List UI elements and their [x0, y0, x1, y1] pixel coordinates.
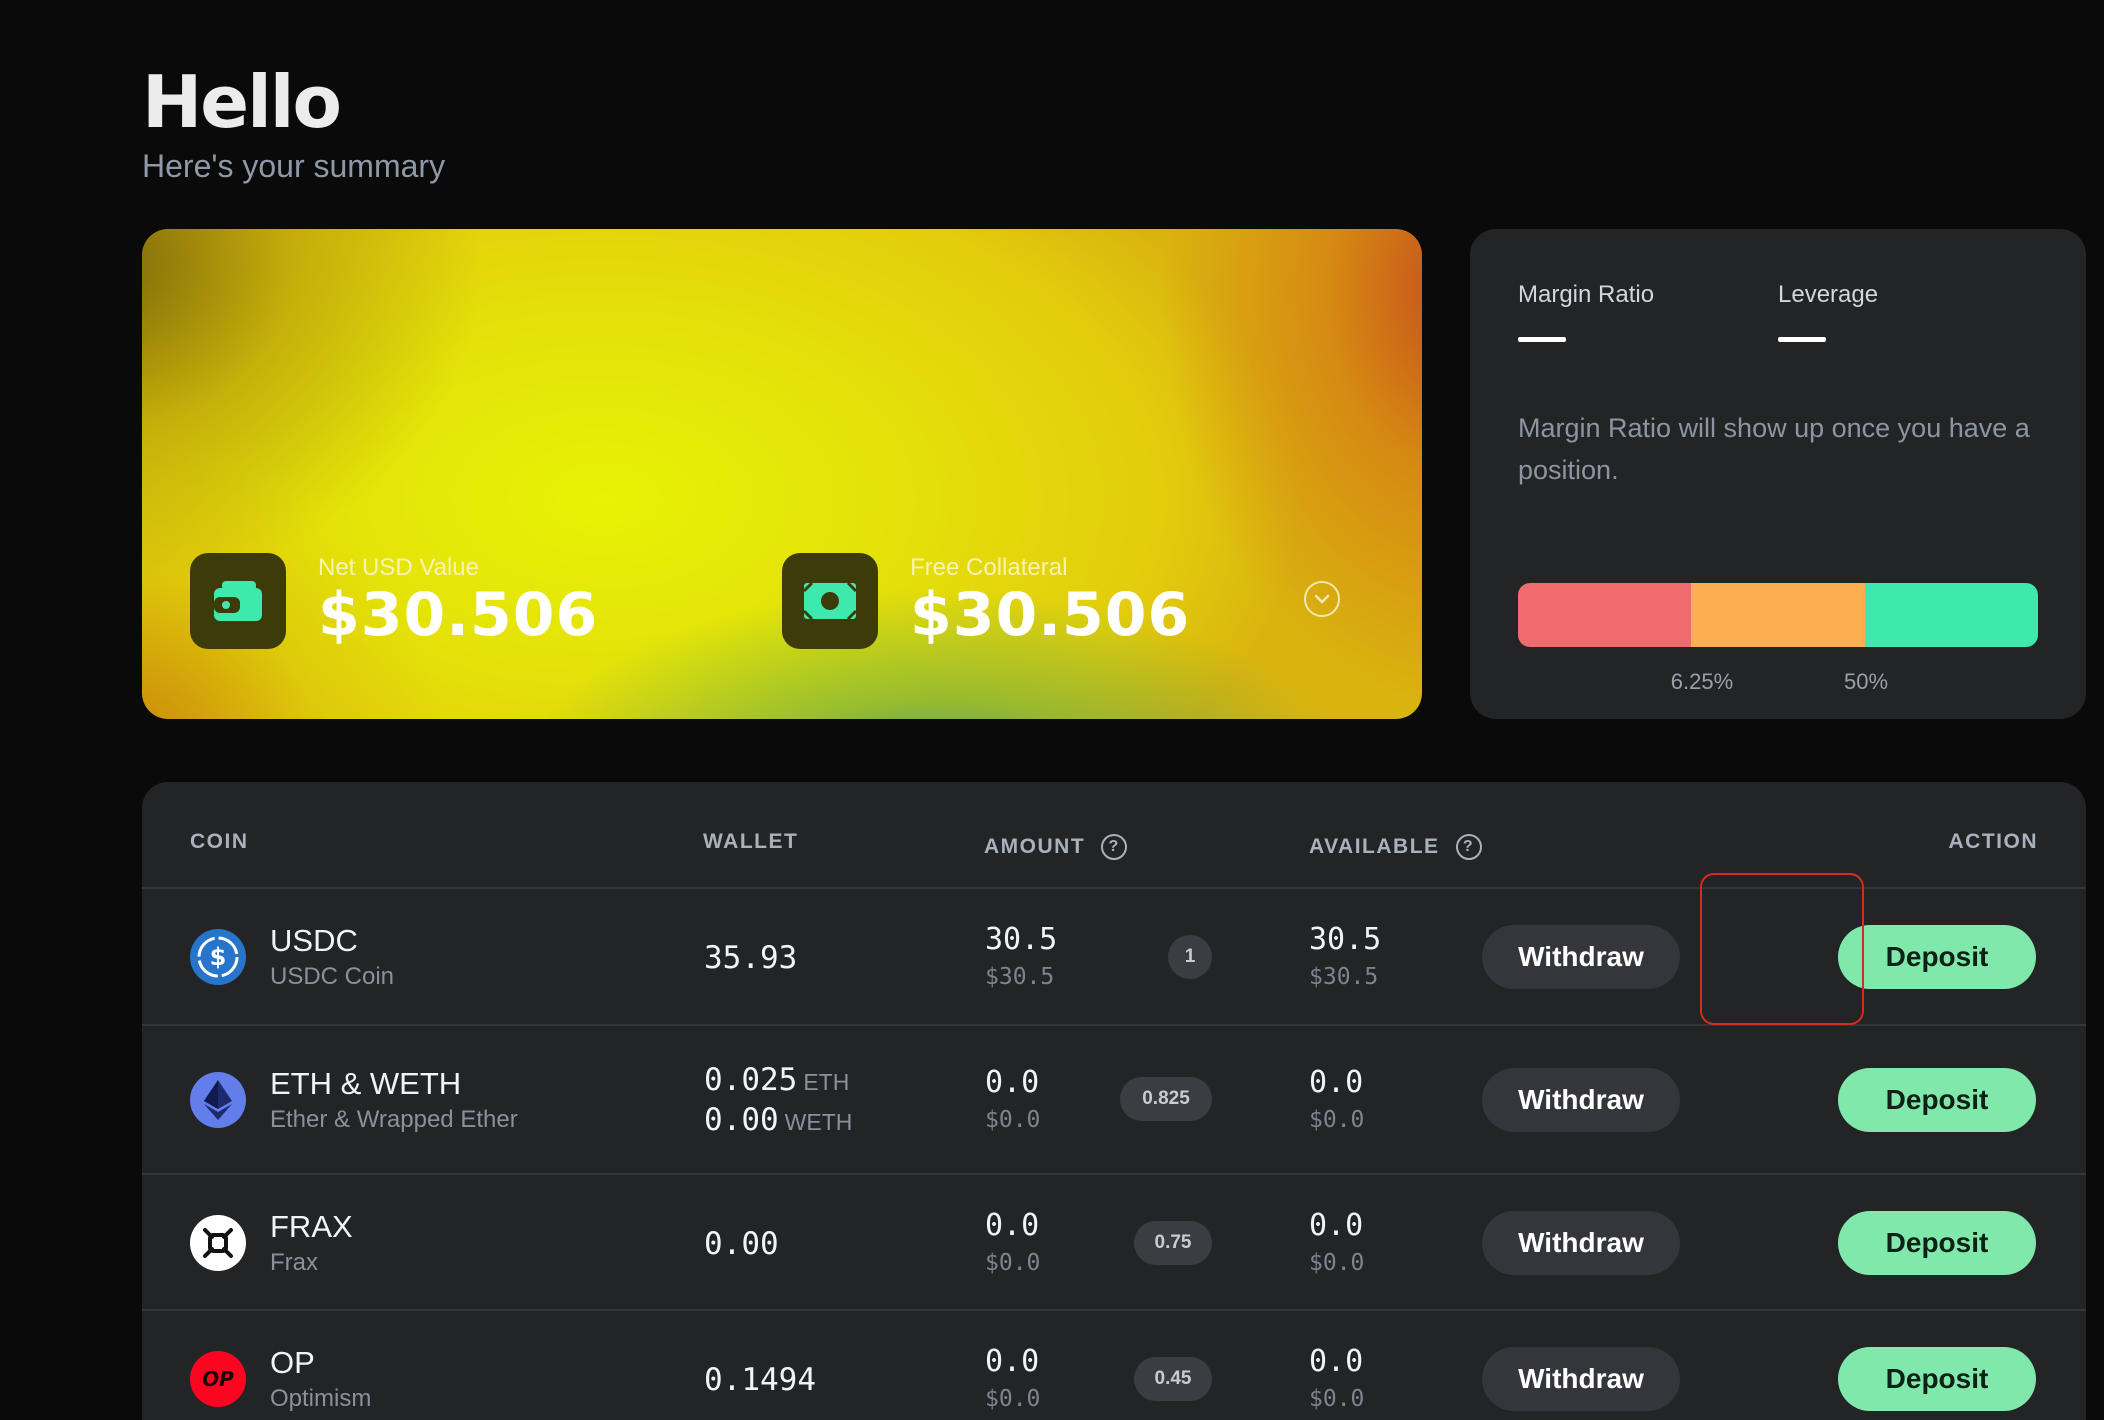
tab-leverage[interactable]: Leverage: [1778, 281, 1878, 342]
deposit-button[interactable]: Deposit: [1838, 925, 2036, 989]
bar-tick-label: 6.25%: [1670, 669, 1734, 694]
bar-segment-danger: [1518, 583, 1691, 647]
available-usd: $30.5: [1309, 964, 1379, 990]
coin-symbol: FRAX: [270, 1209, 353, 1244]
column-header-action: ACTION: [1948, 830, 2038, 853]
help-icon[interactable]: ?: [1455, 834, 1482, 860]
page-header: Hello Here's your summary: [142, 58, 445, 185]
coin-symbol: OP: [270, 1345, 315, 1380]
page-title: Hello: [142, 60, 342, 144]
amount-usd: $0.0: [985, 1107, 1041, 1133]
expand-summary-button[interactable]: [1304, 581, 1340, 617]
margin-ratio-bar: [1518, 583, 2038, 647]
table-row: FRAX Frax 0.00 0.0 $0.0 0.75 0.0 $0.0 Wi…: [142, 1173, 2086, 1310]
amount-usd: $30.5: [985, 964, 1055, 990]
leverage-empty-indicator: [1778, 337, 1826, 342]
amount-header-label: AMOUNT: [984, 835, 1086, 858]
op-icon: OP: [190, 1351, 246, 1407]
weight-badge: 0.75: [1134, 1221, 1212, 1265]
wallet-balance: 0.1494: [704, 1362, 816, 1398]
weight-badge: 0.45: [1134, 1357, 1212, 1401]
net-usd-stat: Net USD Value $30.506: [190, 553, 598, 649]
available-usd: $0.0: [1309, 1107, 1365, 1133]
wallet-balance-eth: 0.025 ETH: [704, 1062, 849, 1098]
cash-icon: [782, 553, 878, 649]
coin-name: Optimism: [270, 1385, 372, 1412]
weight-badge: 1: [1168, 935, 1212, 979]
amount-value: 30.5: [985, 922, 1058, 957]
wallet-balance: 0.00: [704, 1226, 779, 1262]
wallet-balance: 35.93: [704, 940, 798, 976]
deposit-button[interactable]: Deposit: [1838, 1347, 2036, 1411]
amount-usd: $0.0: [985, 1386, 1041, 1412]
free-collateral-value: $30.506: [910, 580, 1191, 650]
column-header-wallet: WALLET: [703, 830, 799, 853]
bar-segment-warning: [1691, 583, 1865, 647]
wallet-weth-unit: WETH: [784, 1109, 853, 1135]
page-subtitle: Here's your summary: [142, 148, 446, 184]
column-header-amount: AMOUNT ?: [984, 834, 1128, 860]
column-header-coin: COIN: [190, 830, 249, 853]
op-icon-text: OP: [202, 1367, 234, 1391]
net-usd-label: Net USD Value: [318, 554, 479, 581]
available-usd: $0.0: [1309, 1386, 1365, 1412]
amount-value: 0.0: [985, 1208, 1040, 1243]
eth-icon: [190, 1072, 246, 1128]
margin-ratio-empty-indicator: [1518, 337, 1566, 342]
summary-card: Net USD Value $30.506 Free Collateral $3…: [142, 229, 1422, 719]
wallet-balance-weth: 0.00 WETH: [704, 1102, 852, 1138]
coin-symbol: ETH & WETH: [270, 1066, 462, 1101]
available-usd: $0.0: [1309, 1250, 1365, 1276]
chevron-down-icon: [1314, 594, 1330, 604]
bar-tick-label: 50%: [1843, 669, 1889, 694]
margin-note: Margin Ratio will show up once you have …: [1518, 413, 2030, 485]
table-row: OP OP Optimism 0.1494 0.0 $0.0 0.45 0.0 …: [142, 1309, 2086, 1420]
amount-value: 0.0: [985, 1344, 1040, 1379]
coin-name: Ether & Wrapped Ether: [270, 1106, 518, 1133]
bar-segment-safe: [1865, 583, 2038, 647]
available-value: 0.0: [1309, 1208, 1364, 1243]
deposit-button[interactable]: Deposit: [1838, 1068, 2036, 1132]
coin-name: USDC Coin: [270, 963, 395, 990]
free-collateral-stat: Free Collateral $30.506: [782, 553, 1190, 649]
wallet-weth-value: 0.00: [704, 1102, 779, 1138]
amount-usd: $0.0: [985, 1250, 1041, 1276]
net-usd-value: $30.506: [318, 580, 599, 650]
column-header-available: AVAILABLE ?: [1309, 834, 1482, 860]
coin-name: Frax: [270, 1249, 318, 1276]
deposit-highlight-box: [1700, 873, 1864, 1025]
coin-symbol: USDC: [270, 923, 358, 958]
wallet-eth-unit: ETH: [803, 1069, 850, 1095]
withdraw-button[interactable]: Withdraw: [1482, 1211, 1680, 1275]
wallet-icon: [190, 553, 286, 649]
help-icon[interactable]: ?: [1101, 834, 1128, 860]
available-value: 0.0: [1309, 1065, 1364, 1100]
tab-margin-ratio[interactable]: Margin Ratio: [1518, 281, 1654, 342]
available-value: 30.5: [1309, 922, 1382, 957]
withdraw-button[interactable]: Withdraw: [1482, 1068, 1680, 1132]
amount-value: 0.0: [985, 1065, 1040, 1100]
wallet-eth-value: 0.025: [704, 1062, 798, 1098]
margin-card: Margin Ratio Leverage Margin Ratio will …: [1470, 229, 2086, 719]
leverage-label: Leverage: [1778, 281, 1879, 308]
withdraw-button[interactable]: Withdraw: [1482, 925, 1680, 989]
deposit-button[interactable]: Deposit: [1838, 1211, 2036, 1275]
usdc-icon: $: [190, 929, 246, 985]
available-header-label: AVAILABLE: [1309, 835, 1440, 858]
svg-text:$: $: [210, 943, 227, 971]
free-collateral-label: Free Collateral: [910, 554, 1068, 581]
frax-icon: [190, 1215, 246, 1271]
table-row: ETH & WETH Ether & Wrapped Ether 0.025 ET…: [142, 1024, 2086, 1174]
available-value: 0.0: [1309, 1344, 1364, 1379]
margin-ratio-label: Margin Ratio: [1518, 281, 1655, 308]
withdraw-button[interactable]: Withdraw: [1482, 1347, 1680, 1411]
weight-badge: 0.825: [1120, 1077, 1212, 1121]
